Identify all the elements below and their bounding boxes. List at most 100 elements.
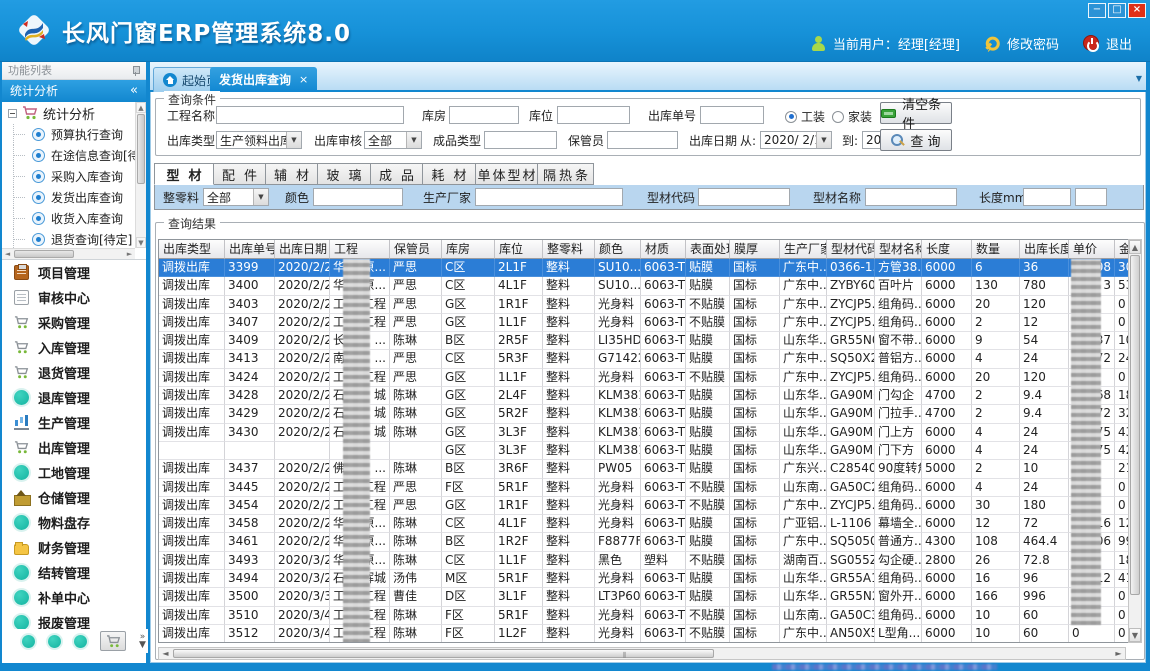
table-row[interactable]: 调拨出库34032020/2/25工共工程严思G区1R1F整料光身料6063-T… [159,296,1131,314]
profile-code-input[interactable] [698,188,790,206]
date-from-select[interactable]: 2020/ 2/16▼ [760,131,832,149]
sidebar-item-13[interactable]: 结转管理 [2,560,146,585]
table-row[interactable]: 调拨出库33992020/2/25华原...严思C区2L1F整料SU10...6… [159,259,1131,277]
sidebar-item-9[interactable]: 工地管理 [2,460,146,485]
table-row[interactable]: 调拨出库34282020/2/26石城陈琳G区2L4F整料KLM38176063… [159,387,1131,405]
column-header[interactable]: 出库单号 [225,240,275,259]
table-row[interactable]: 调拨出库34582020/2/28华原...陈琳C区4L1F整料光身料6063-… [159,515,1131,533]
keeper-input[interactable] [607,131,678,149]
project-name-input[interactable] [216,106,404,124]
pin-icon[interactable] [131,66,140,76]
sidebar-item-5[interactable]: 退货管理 [2,360,146,385]
table-row[interactable]: 调拨出库34072020/2/25工共工程严思G区1L1F整料光身料6063-T… [159,314,1131,332]
column-header[interactable]: 材质 [641,240,686,259]
tab-overflow-icon[interactable]: ▼ [1136,74,1142,83]
sidebar-item-4[interactable]: 入库管理 [2,335,146,360]
column-header[interactable]: 整零料 [543,240,595,259]
column-header[interactable]: 生产厂家 [780,240,827,259]
table-row[interactable]: 调拨出库35002020/3/3工共工程曹佳D区3L1F整料LT3P606063… [159,588,1131,606]
module-dot-icon[interactable] [74,635,87,648]
column-header[interactable]: 保管员 [390,240,442,259]
table-row[interactable]: 调拨出库35122020/3/4工共工程陈琳F区1L2F整料光身料6063-T5… [159,625,1131,643]
material-tab-4[interactable]: 玻璃 [318,163,371,185]
module-dot-icon[interactable] [22,635,35,648]
tab-shipment-query[interactable]: 发货出库查询 × [210,67,317,92]
column-header[interactable]: 颜色 [595,240,641,259]
close-button[interactable]: × [1128,3,1146,18]
tree-item[interactable]: 发货出库查询 [2,187,135,208]
table-row[interactable]: 调拨出库34542020/2/28工共工程严思G区1R1F整料光身料6063-T… [159,497,1131,515]
module-dot-icon[interactable] [48,635,61,648]
material-tab-3[interactable]: 辅材 [266,163,318,185]
warehouse-input[interactable] [449,106,519,124]
column-header[interactable]: 单价 [1069,240,1115,259]
out-type-select[interactable]: 生产领料出库▼ [216,131,302,149]
column-header[interactable]: 出库长度 [1020,240,1069,259]
material-tab-8[interactable]: 隔热条 [538,163,594,185]
material-tab-2[interactable]: 配件 [214,163,266,185]
column-header[interactable]: 工程 [330,240,390,259]
maker-input[interactable] [475,188,623,206]
column-header[interactable]: 出库日期 [275,240,330,259]
column-header[interactable]: 表面处理 [686,240,730,259]
table-row[interactable]: G区3L3F整料KLM38176063-T5贴膜国标山东华...GA90M09.… [159,442,1131,460]
collapse-icon[interactable]: « [130,80,138,102]
material-tab-5[interactable]: 成品 [371,163,423,185]
material-tab-7[interactable]: 单体型材 [476,163,538,185]
column-header[interactable]: 库房 [442,240,495,259]
material-tab-6[interactable]: 耗材 [423,163,476,185]
sidebar-item-6[interactable]: 退库管理 [2,385,146,410]
length-from-input[interactable] [1023,188,1071,206]
table-row[interactable]: 调拨出库34942020/3/2石辉城汤伟M区5R1F整料光身料6063-T5贴… [159,570,1131,588]
grid-vertical-scrollbar[interactable]: ▲▼ [1128,239,1142,643]
table-row[interactable]: 调拨出库34242020/2/26工共工程严思G区1L1F整料光身料6063-T… [159,369,1131,387]
table-row[interactable]: 调拨出库34292020/2/26石城陈琳G区5R2F整料KLM38176063… [159,405,1131,423]
table-row[interactable]: 调拨出库34372020/2/27佛...陈琳B区3R6F整料PW056063-… [159,460,1131,478]
order-no-input[interactable] [700,106,764,124]
product-type-input[interactable] [484,131,557,149]
sidebar-item-1[interactable]: 项目管理 [2,260,146,285]
minimize-button[interactable]: − [1088,3,1106,18]
table-row[interactable]: 调拨出库34452020/2/27工共工程严思F区5R1F整料光身料6063-T… [159,479,1131,497]
tree-root[interactable]: 统计分析 [2,102,135,124]
tree-expander-icon[interactable] [8,109,17,118]
tree-item[interactable]: 收货入库查询 [2,208,135,229]
table-row[interactable]: 调拨出库34002020/2/25华原...严思C区4L1F整料SU10...6… [159,277,1131,295]
table-row[interactable]: 调拨出库34932020/3/2华原...陈琳C区1L1F整料黑色塑料不贴膜国标… [159,552,1131,570]
radio-jiazhuang[interactable]: 家装 [832,108,872,125]
column-header[interactable]: 膜厚 [730,240,780,259]
tree-item[interactable]: 预算执行查询 [2,124,135,145]
table-row[interactable]: 调拨出库34612020/2/28华原...陈琳B区1R2F整料F8877FT6… [159,533,1131,551]
maximize-button[interactable]: □ [1108,3,1126,18]
radio-gongzhuang[interactable]: 工装 [785,108,825,125]
sidebar-item-10[interactable]: 仓储管理 [2,485,146,510]
tree-item[interactable]: 退货查询[待定] [2,229,135,248]
audit-select[interactable]: 全部▼ [364,131,422,149]
clear-conditions-button[interactable]: 清空条件 [880,102,952,124]
sidebar-item-11[interactable]: 物料盘存 [2,510,146,535]
column-header[interactable]: 库位 [495,240,543,259]
grid-horizontal-scrollbar[interactable]: ◄⦀► [158,647,1126,660]
cart-module-button[interactable] [100,631,126,651]
tree-item[interactable]: 在途信息查询[待 [2,145,135,166]
table-row[interactable]: 调拨出库34092020/2/25长...陈琳B区2R5F整料LI35HD606… [159,332,1131,350]
profile-name-input[interactable] [865,188,957,206]
column-header[interactable]: 数量 [972,240,1020,259]
sidebar-item-7[interactable]: 生产管理 [2,410,146,435]
column-header[interactable]: 型材代码 [827,240,875,259]
stats-group-header[interactable]: 统计分析 « [2,80,146,102]
table-row[interactable]: 调拨出库34302020/2/26石城陈琳G区3L3F整料KLM38176063… [159,424,1131,442]
sidebar-overflow-button[interactable]: »▼ [139,633,146,649]
column-header[interactable]: 长度 [922,240,972,259]
length-to-input[interactable] [1075,188,1107,206]
sidebar-item-8[interactable]: 出库管理 [2,435,146,460]
table-row[interactable]: 调拨出库34132020/2/26南...严思C区5R3F整料G71422606… [159,350,1131,368]
sidebar-item-12[interactable]: 财务管理 [2,535,146,560]
tree-horizontal-scrollbar[interactable]: ◄► [2,248,135,259]
column-header[interactable]: 出库类型 [159,240,225,259]
sidebar-item-14[interactable]: 补单中心 [2,585,146,610]
column-header[interactable]: 型材名称 [875,240,922,259]
table-row[interactable]: 调拨出库35102020/3/4工共工程陈琳F区5R1F整料光身料6063-T5… [159,607,1131,625]
color-input[interactable] [313,188,403,206]
change-password-link[interactable]: 修改密码 [1007,34,1059,53]
